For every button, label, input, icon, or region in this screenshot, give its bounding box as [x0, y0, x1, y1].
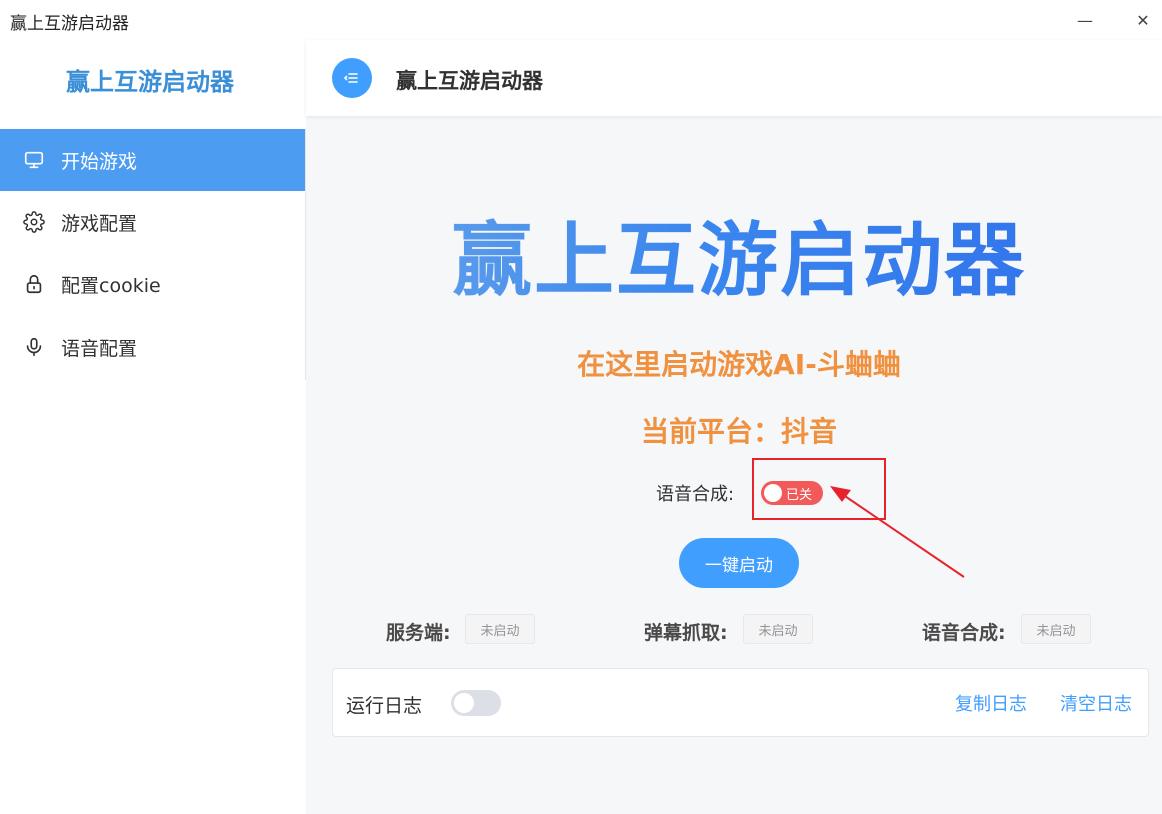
status-label-tts: 语音合成: — [922, 622, 1006, 644]
log-toggle[interactable] — [451, 690, 501, 716]
gear-icon — [22, 210, 46, 234]
sidebar-item-label: 游戏配置 — [61, 212, 138, 235]
clear-log-button[interactable]: 清空日志 — [1060, 690, 1132, 716]
sidebar-item-label: 配置cookie — [61, 274, 161, 297]
copy-log-button[interactable]: 复制日志 — [955, 690, 1027, 716]
status-badge-server: 未启动 — [465, 614, 535, 644]
menu-toggle-icon — [344, 73, 358, 83]
sidebar: 赢上互游启动器 开始游戏 游戏配置 配置cookie 语音配置 — [0, 40, 306, 814]
log-title: 运行日志 — [346, 695, 423, 717]
window-title: 赢上互游启动器 — [10, 14, 129, 34]
status-badge-tts: 未启动 — [1021, 614, 1091, 644]
minimize-button[interactable]: — — [1070, 6, 1100, 34]
hero-title: 赢上互游启动器 — [306, 196, 1162, 312]
lock-icon — [22, 272, 46, 296]
microphone-icon — [22, 335, 46, 359]
platform-line: 当前平台：抖音 — [640, 415, 837, 448]
page-title: 赢上互游启动器 — [396, 69, 543, 93]
close-button[interactable]: ✕ — [1128, 6, 1158, 34]
log-panel: 运行日志 复制日志 清空日志 — [332, 668, 1149, 737]
menu-toggle-button[interactable] — [332, 58, 372, 98]
annotation-arrow — [830, 486, 965, 578]
switch-knob — [454, 693, 474, 713]
main-content: 赢上互游启动器 赢上互游启动器 在这里启动游戏AI-斗蛐蛐 当前平台：抖音 语音… — [306, 40, 1162, 814]
tts-label: 语音合成: — [656, 484, 735, 505]
sidebar-item-start-game[interactable]: 开始游戏 — [0, 129, 305, 191]
window-titlebar: 赢上互游启动器 — ✕ — [0, 0, 1162, 40]
launch-button[interactable]: 一键启动 — [679, 538, 799, 588]
sidebar-item-cookie-config[interactable]: 配置cookie — [0, 253, 305, 315]
status-label-danmaku: 弹幕抓取: — [644, 622, 728, 644]
header: 赢上互游启动器 — [306, 40, 1162, 116]
sidebar-item-label: 语音配置 — [61, 337, 138, 360]
sidebar-item-game-config[interactable]: 游戏配置 — [0, 191, 305, 253]
monitor-icon — [22, 148, 46, 172]
subtitle: 在这里启动游戏AI-斗蛐蛐 — [577, 348, 901, 381]
status-label-server: 服务端: — [386, 622, 451, 644]
status-badge-danmaku: 未启动 — [743, 614, 813, 644]
sidebar-brand: 赢上互游启动器 — [66, 68, 234, 96]
sidebar-item-label: 开始游戏 — [61, 150, 138, 173]
sidebar-item-voice-config[interactable]: 语音配置 — [0, 316, 305, 378]
